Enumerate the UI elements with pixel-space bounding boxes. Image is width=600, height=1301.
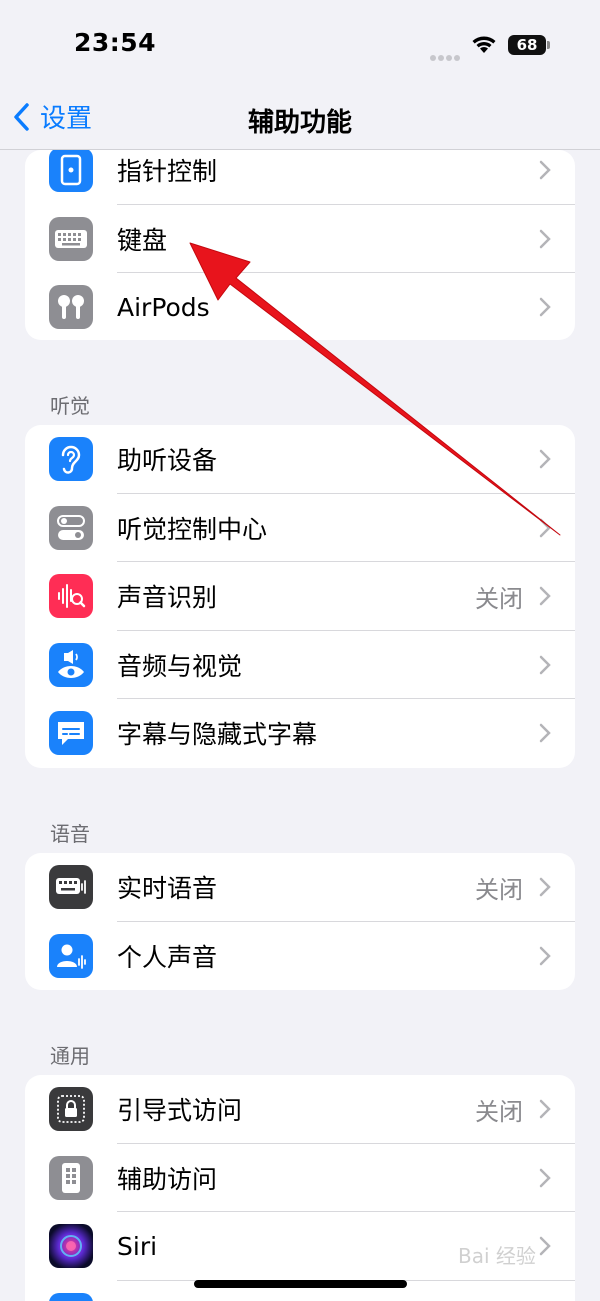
list-item-label: 引导式访问	[117, 1096, 243, 1126]
chevron-right-icon	[539, 1168, 551, 1192]
list-item-value: 关闭	[475, 1097, 523, 1126]
list-item-label: 个人声音	[117, 942, 218, 972]
keyboard-waveform-icon	[49, 865, 93, 909]
list-item-subtitles-captioning[interactable]: 字幕与隐藏式字幕	[25, 699, 575, 768]
list-item-audio-visual[interactable]: 音频与视觉	[25, 631, 575, 699]
section-header-hearing: 听觉	[50, 394, 90, 418]
battery-icon: 68	[508, 35, 546, 55]
navigation-bar: 设置 辅助功能	[0, 90, 600, 150]
status-time: 23:54	[74, 28, 157, 57]
partial-icon	[49, 1292, 93, 1301]
chevron-right-icon	[539, 229, 551, 253]
toggle-switches-icon	[49, 505, 93, 550]
speech-group: 实时语音 关闭 个人声音	[25, 853, 575, 990]
chevron-right-icon	[539, 946, 551, 970]
phone-grid-icon	[49, 1155, 93, 1200]
list-item-guided-access[interactable]: 引导式访问 关闭	[25, 1075, 575, 1144]
siri-icon	[49, 1224, 93, 1268]
battery-tip	[547, 41, 550, 49]
list-item-label: 实时语音	[117, 874, 218, 904]
list-item-label: 听觉控制中心	[117, 514, 268, 544]
section-header-general: 通用	[50, 1044, 90, 1068]
lock-dashed-icon	[49, 1087, 93, 1131]
list-item-value: 关闭	[475, 584, 523, 613]
chevron-right-icon	[539, 1236, 551, 1260]
chevron-right-icon	[539, 723, 551, 747]
list-item-label: 助听设备	[117, 446, 218, 476]
list-item-label: 指针控制	[117, 157, 218, 187]
cellular-signal-icon	[430, 46, 462, 65]
list-item-label: Siri	[117, 1231, 158, 1261]
chevron-right-icon	[539, 160, 551, 184]
list-item-live-speech[interactable]: 实时语音 关闭	[25, 853, 575, 922]
chevron-right-icon	[539, 449, 551, 473]
ear-icon	[49, 437, 93, 481]
home-indicator[interactable]	[194, 1280, 407, 1288]
chevron-right-icon	[539, 1099, 551, 1123]
list-item-airpods[interactable]: AirPods	[25, 273, 575, 340]
list-item-label: AirPods	[117, 292, 210, 322]
keyboard-icon	[49, 216, 93, 261]
airpods-icon	[49, 285, 93, 329]
list-item-label: 音频与视觉	[117, 651, 243, 681]
chevron-right-icon	[539, 655, 551, 679]
wifi-icon	[470, 34, 498, 58]
motor-group: 指针控制 键盘 AirPods	[25, 150, 575, 340]
pointer-control-icon	[49, 150, 93, 192]
list-item-label: 声音识别	[117, 583, 218, 613]
chevron-right-icon	[539, 518, 551, 542]
speaker-eye-icon	[49, 642, 93, 687]
list-item-hearing-control-center[interactable]: 听觉控制中心	[25, 494, 575, 562]
list-item-label: 字幕与隐藏式字幕	[117, 720, 318, 750]
sound-recognition-icon	[49, 574, 93, 618]
list-item-assistive-access[interactable]: 辅助访问	[25, 1144, 575, 1212]
person-waveform-icon	[49, 933, 93, 978]
captions-bubble-icon	[49, 711, 93, 755]
section-header-speech: 语音	[50, 822, 90, 846]
chevron-right-icon	[539, 297, 551, 321]
list-item-label: 辅助访问	[117, 1164, 218, 1194]
status-bar: 23:54 68	[0, 0, 600, 90]
hearing-group: 助听设备 听觉控制中心 声音识别 关闭 音频与视觉 字幕与隐藏式字幕	[25, 425, 575, 768]
chevron-right-icon	[539, 877, 551, 901]
chevron-right-icon	[539, 586, 551, 610]
list-item-keyboard[interactable]: 键盘	[25, 205, 575, 273]
watermark: Bai 经验	[458, 1244, 536, 1268]
list-item-value: 关闭	[475, 875, 523, 904]
list-item-label: 键盘	[117, 225, 168, 255]
list-item-sound-recognition[interactable]: 声音识别 关闭	[25, 562, 575, 631]
list-item-hearing-devices[interactable]: 助听设备	[25, 425, 575, 494]
list-item-personal-voice[interactable]: 个人声音	[25, 922, 575, 991]
page-title: 辅助功能	[247, 108, 352, 138]
list-item-pointer-control[interactable]: 指针控制	[25, 150, 575, 205]
